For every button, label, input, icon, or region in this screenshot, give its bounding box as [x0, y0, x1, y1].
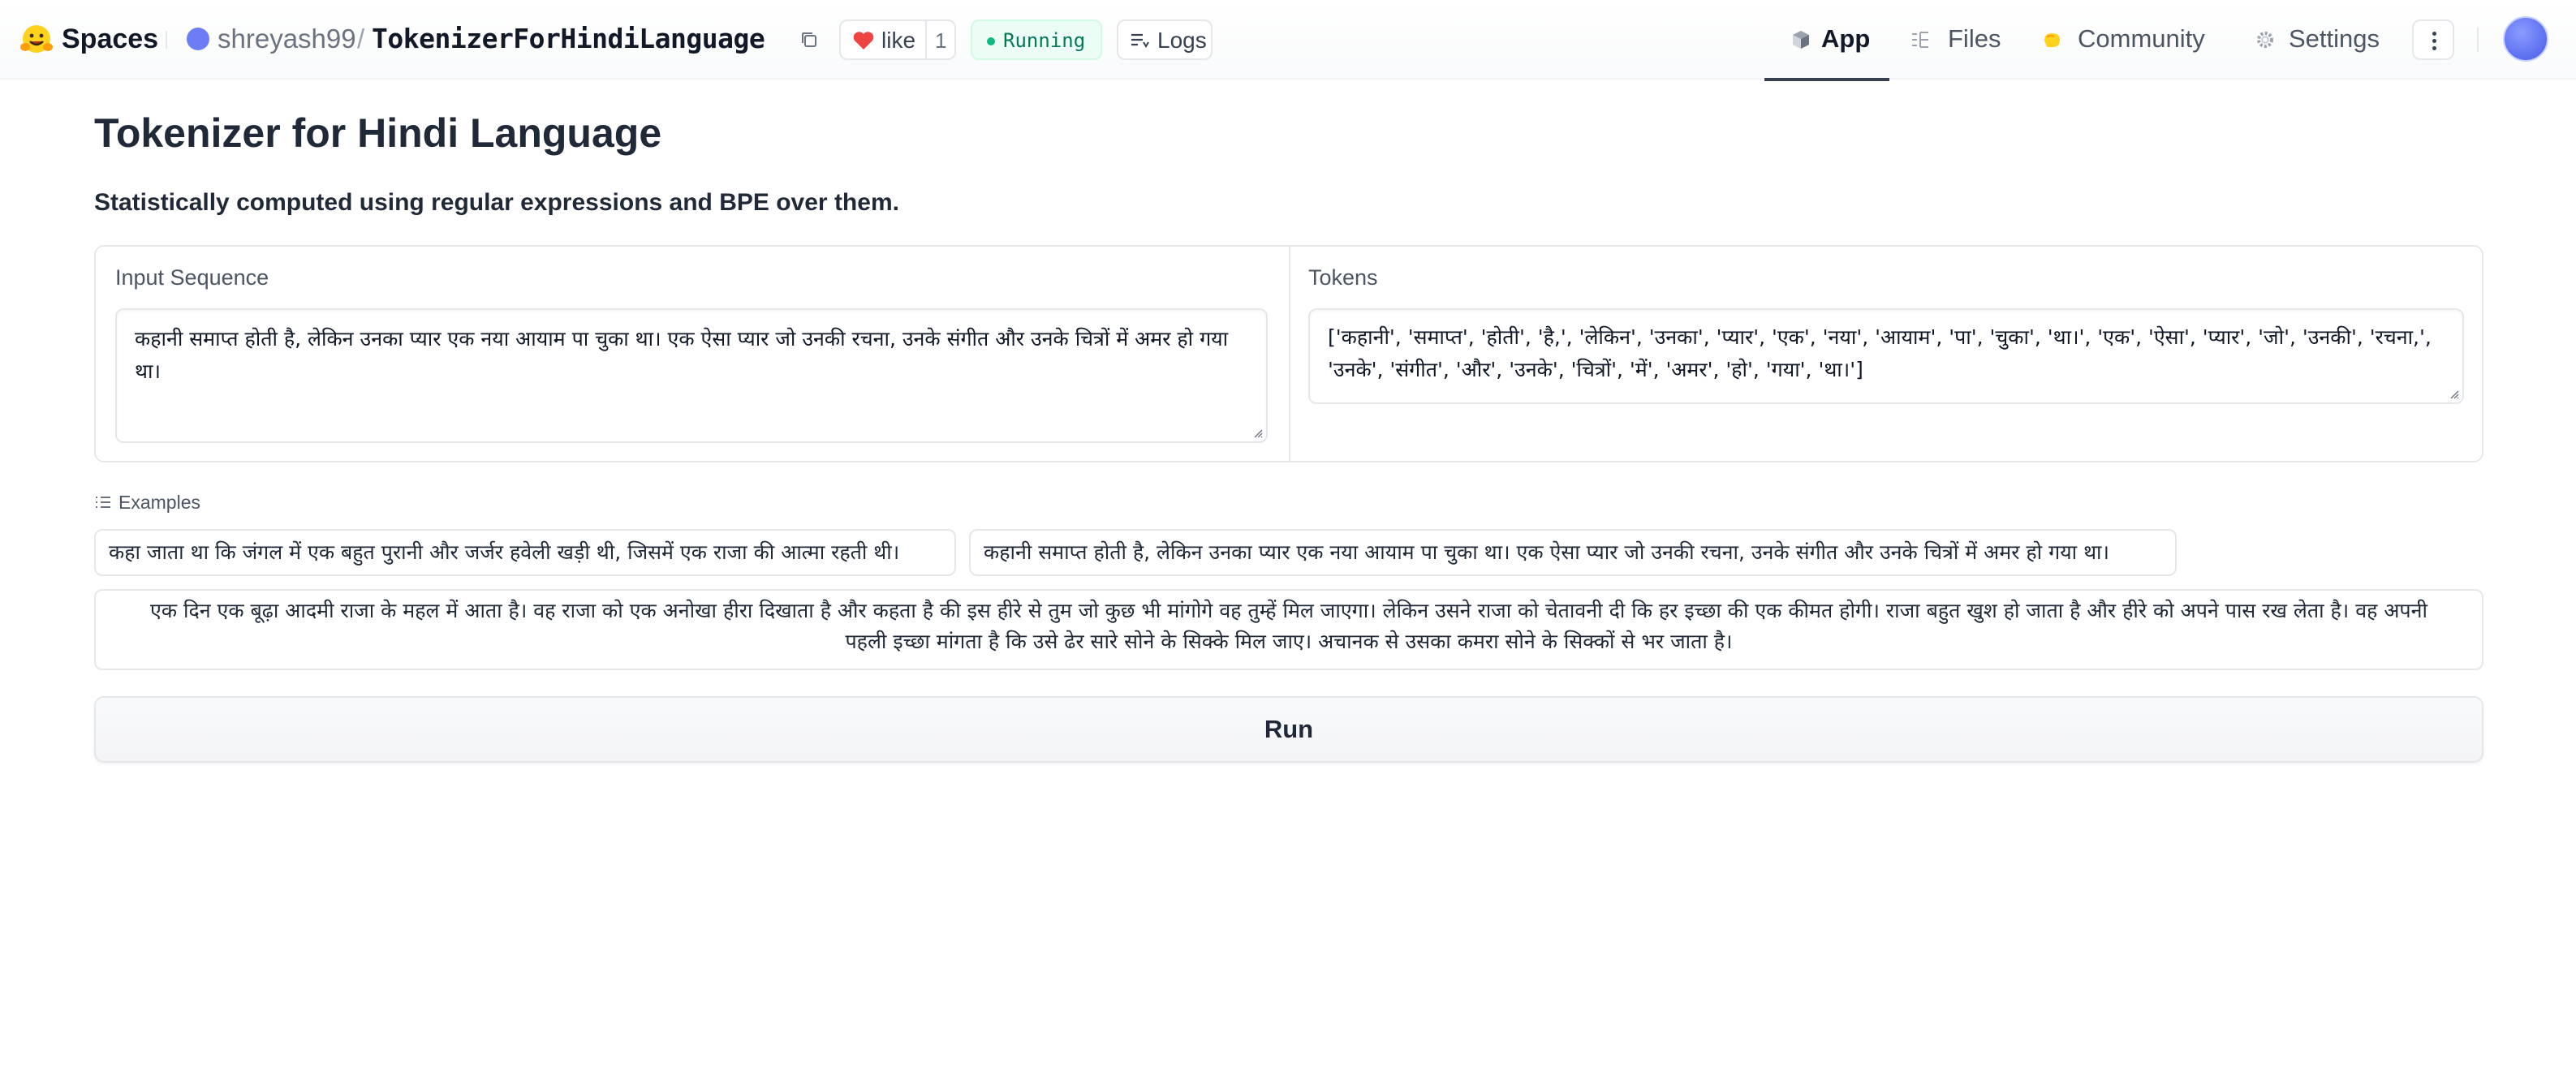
path-separator: / — [357, 24, 365, 54]
top-header: Spaces shreyash99 / TokenizerForHindiLan… — [0, 0, 2576, 81]
examples-label: Examples — [118, 492, 200, 513]
tab-community-label: Community — [2078, 24, 2205, 53]
tab-settings-label: Settings — [2289, 24, 2380, 53]
logs-label: Logs — [1157, 28, 1207, 53]
tokens-label: Tokens — [1308, 265, 1378, 290]
io-panel: Input Sequence कहानी समाप्त होती है, लेक… — [94, 245, 2483, 462]
like-divider — [925, 21, 927, 58]
more-options-button[interactable] — [2412, 19, 2454, 60]
more-dot-icon — [2432, 46, 2436, 50]
header-divider — [166, 31, 167, 49]
list-icon — [96, 497, 110, 508]
example-button[interactable]: एक दिन एक बूढ़ा आदमी राजा के महल में आता… — [94, 589, 2483, 670]
like-count[interactable]: 1 — [935, 28, 946, 54]
owner-avatar[interactable] — [187, 28, 209, 50]
app-title: Tokenizer for Hindi Language — [94, 110, 662, 156]
logs-icon — [1131, 33, 1149, 48]
spaces-link[interactable]: Spaces — [62, 21, 158, 57]
resize-handle-icon[interactable] — [1251, 427, 1263, 438]
status-label: Running — [1003, 29, 1086, 52]
header-divider — [2477, 28, 2479, 52]
cube-icon — [1793, 31, 1809, 49]
copy-icon[interactable] — [799, 29, 820, 50]
app-subtitle: Statistically computed using regular exp… — [94, 189, 899, 216]
community-icon — [2044, 33, 2060, 47]
hugging-face-logo-icon[interactable] — [19, 23, 54, 57]
like-button[interactable]: like 1 — [839, 19, 956, 60]
io-divider — [1289, 247, 1290, 461]
tab-files[interactable]: Files — [1910, 0, 2008, 80]
input-sequence-label: Input Sequence — [115, 265, 269, 290]
tokens-output-textarea[interactable]: ['कहानी', 'समाप्त', 'होती', 'है,', 'लेकि… — [1308, 308, 2464, 404]
tokens-output-text: ['कहानी', 'समाप्त', 'होती', 'है,', 'लेकि… — [1328, 325, 2432, 381]
files-icon — [1912, 32, 1928, 48]
input-sequence-text: कहानी समाप्त होती है, लेकिन उनका प्यार ए… — [135, 327, 1229, 383]
more-dot-icon — [2432, 39, 2436, 43]
status-badge[interactable]: Running — [971, 19, 1102, 60]
tab-settings[interactable]: Settings — [2255, 0, 2384, 80]
run-button[interactable]: Run — [94, 696, 2483, 763]
example-button[interactable]: कहा जाता था कि जंगल में एक बहुत पुरानी औ… — [94, 529, 956, 576]
status-dot-icon — [987, 37, 995, 45]
tab-files-label: Files — [1948, 24, 2001, 53]
input-sequence-textarea[interactable]: कहानी समाप्त होती है, लेकिन उनका प्यार ए… — [115, 308, 1268, 443]
tab-app-label: App — [1821, 24, 1871, 53]
gear-icon — [2257, 32, 2273, 48]
like-label: like — [881, 28, 916, 53]
logs-button[interactable]: Logs — [1117, 19, 1213, 60]
tab-app[interactable]: App — [1764, 0, 1889, 81]
owner-link[interactable]: shreyash99 — [218, 21, 356, 57]
heart-icon — [853, 32, 874, 49]
more-dot-icon — [2432, 32, 2436, 36]
tab-community[interactable]: Community — [2042, 0, 2208, 80]
example-button[interactable]: कहानी समाप्त होती है, लेकिन उनका प्यार ए… — [969, 529, 2177, 576]
user-avatar[interactable] — [2503, 16, 2548, 62]
resize-handle-icon[interactable] — [2448, 388, 2459, 399]
repo-name-link[interactable]: TokenizerForHindiLanguage — [372, 21, 765, 57]
